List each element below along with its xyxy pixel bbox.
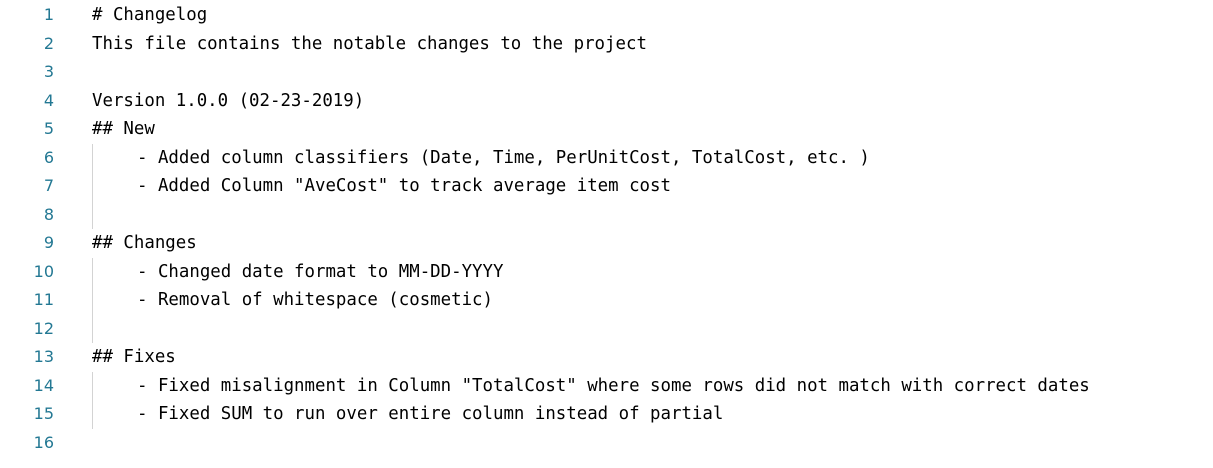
code-line[interactable]: 8 [0,200,1213,229]
line-number: 14 [33,375,54,395]
code-line[interactable]: 5 ## New [0,115,1213,144]
code-line[interactable]: 3 [0,58,1213,87]
line-text: - Added column classifiers (Date, Time, … [137,147,870,168]
line-text: - Added Column "AveCost" to track averag… [137,176,671,196]
line-number: 7 [43,176,54,195]
line-text: - Fixed SUM to run over entire column in… [137,404,724,424]
code-line[interactable]: 1 # Changelog [0,1,1213,30]
indent-guide [92,143,93,172]
line-number: 3 [43,62,54,81]
line-number: 13 [33,347,54,366]
code-line[interactable]: 16 [0,429,1213,458]
line-text: # Changelog [92,5,208,25]
code-line[interactable]: 4 Version 1.0.0 (02-23-2019) [0,87,1213,116]
code-line[interactable]: 6 - Added column classifiers (Date, Time… [0,143,1213,172]
indent-guide [92,314,93,343]
indent-guide [92,172,93,201]
line-text: This file contains the notable changes t… [92,33,647,54]
code-line[interactable]: 14 - Fixed misalignment in Column "Total… [0,371,1213,400]
indent-guide [92,200,93,229]
line-number: 12 [33,318,54,338]
code-line[interactable]: 11 - Removal of whitespace (cosmetic) [0,286,1213,315]
line-number: 9 [43,233,54,252]
code-line[interactable]: 15 - Fixed SUM to run over entire column… [0,400,1213,429]
indent-guide [92,286,93,315]
code-line[interactable]: 12 [0,314,1213,343]
line-text: ## Changes [92,233,197,253]
line-text: - Fixed misalignment in Column "TotalCos… [137,375,1090,396]
code-line[interactable]: 10 - Changed date format to MM-DD-YYYY [0,257,1213,286]
line-number: 6 [43,147,54,167]
code-line[interactable]: 7 - Added Column "AveCost" to track aver… [0,172,1213,201]
code-line[interactable]: 13 ## Fixes [0,343,1213,372]
line-number: 10 [33,261,54,281]
indent-guide [92,371,93,400]
line-text: Version 1.0.0 (02-23-2019) [92,90,365,111]
line-text: - Removal of whitespace (cosmetic) [137,290,493,310]
code-line[interactable]: 2 This file contains the notable changes… [0,30,1213,59]
line-number: 15 [33,404,54,423]
line-text: ## New [92,119,155,139]
line-text: - Changed date format to MM-DD-YYYY [137,261,504,282]
code-line[interactable]: 9 ## Changes [0,229,1213,258]
indent-guide [92,400,93,429]
line-number: 11 [33,290,54,309]
line-number: 4 [43,90,54,110]
line-number: 8 [43,204,54,224]
line-number: 5 [43,119,54,138]
line-number: 16 [33,432,54,452]
code-editor[interactable]: 1 # Changelog 2 This file contains the n… [0,0,1213,468]
indent-guide [92,257,93,286]
line-number: 1 [43,5,54,24]
line-number: 2 [43,33,54,53]
line-text: ## Fixes [92,347,176,367]
